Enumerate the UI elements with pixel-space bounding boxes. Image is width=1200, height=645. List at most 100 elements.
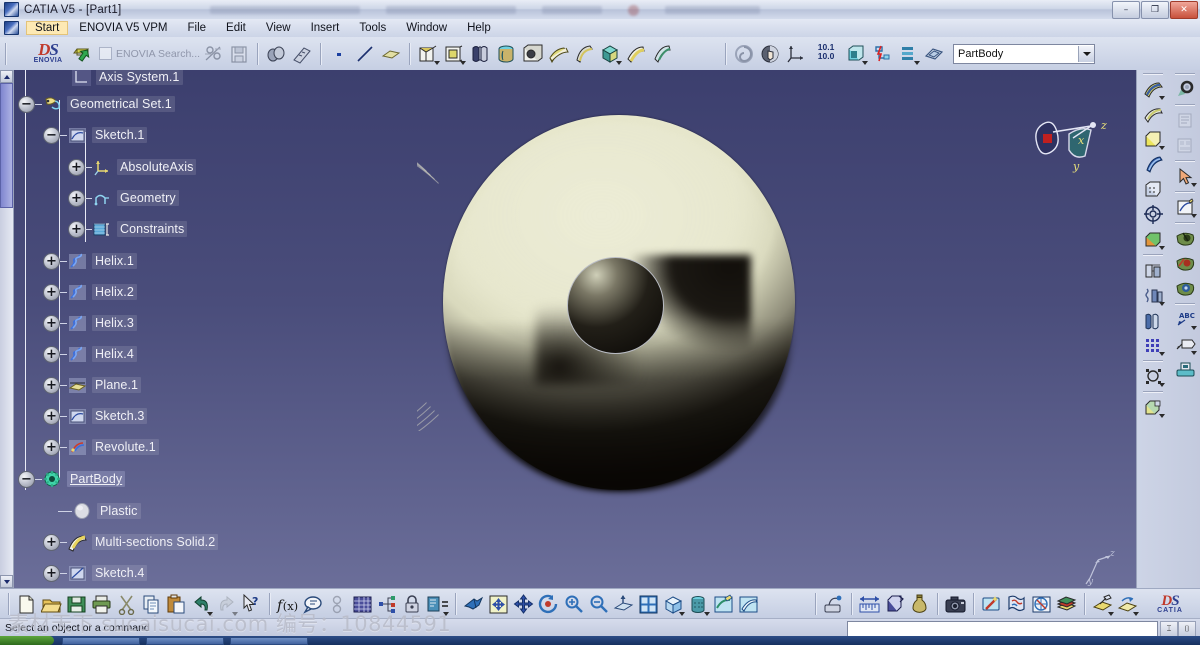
tree-node-multi-sections-solid-2[interactable]: + Multi-sections Solid.2	[43, 531, 219, 553]
measure-between-icon[interactable]	[1140, 283, 1166, 307]
tree-node-revolute-1[interactable]: + Revolute.1	[43, 436, 159, 458]
shading-with-edges-icon[interactable]	[1140, 102, 1166, 126]
enovia-search-group[interactable]: ENOVIA Search...	[99, 47, 200, 60]
tree-node-plastic[interactable]: Plastic	[43, 500, 141, 522]
point-icon[interactable]	[328, 43, 350, 65]
tree-node-geometry[interactable]: + Geometry	[68, 187, 179, 209]
apply-material-icon[interactable]	[265, 43, 287, 65]
pan-icon[interactable]	[512, 593, 535, 616]
menu-item-tools[interactable]: Tools	[350, 21, 395, 35]
line-icon[interactable]	[354, 43, 376, 65]
camera-green-icon[interactable]	[1172, 226, 1198, 250]
menu-item-start[interactable]: Start	[26, 21, 69, 35]
analysis-globe-icon[interactable]	[1030, 593, 1053, 616]
taskbar-item[interactable]	[146, 637, 224, 645]
menu-item-view[interactable]: View	[257, 21, 300, 35]
constraint-link-icon[interactable]	[326, 593, 349, 616]
tree-node-partbody[interactable]: − PartBody	[18, 468, 126, 490]
scroll-thumb[interactable]	[0, 83, 13, 208]
menu-item-file[interactable]: File	[179, 21, 216, 35]
tree-expander[interactable]: +	[43, 314, 60, 332]
render-style-icon[interactable]	[687, 593, 710, 616]
copy-icon[interactable]	[140, 593, 163, 616]
fit-all-in-icon[interactable]	[487, 593, 510, 616]
fly-mode-icon[interactable]	[462, 593, 485, 616]
zoom-in-icon[interactable]	[562, 593, 585, 616]
save-icon[interactable]	[65, 593, 88, 616]
box-view-icon[interactable]	[1140, 395, 1166, 419]
sweep-icon[interactable]	[547, 43, 569, 65]
body-combo[interactable]: PartBody	[953, 43, 1096, 64]
enovia-search-checkbox[interactable]	[99, 47, 112, 60]
start-button[interactable]	[0, 636, 54, 645]
snap-coordinates-icon[interactable]: 10.1 10.0	[811, 42, 841, 65]
scene-edit-icon[interactable]	[1091, 593, 1114, 616]
hidden-lines-icon[interactable]	[1140, 177, 1166, 201]
status-grip-left[interactable]: ⌶	[1160, 621, 1178, 637]
isometric-view-icon[interactable]	[662, 593, 685, 616]
scroll-down-button[interactable]	[0, 575, 13, 588]
clash-analysis-icon[interactable]	[1140, 308, 1166, 332]
taskbar-item[interactable]	[230, 637, 308, 645]
material-shading-icon[interactable]	[1140, 127, 1166, 151]
magic-wand-icon[interactable]	[980, 593, 1003, 616]
tree-node-axis-system-1[interactable]: Axis System.1	[71, 70, 183, 88]
normal-view-icon[interactable]	[1140, 202, 1166, 226]
power-input-icon[interactable]	[871, 43, 893, 65]
callout-icon[interactable]	[1172, 332, 1198, 356]
tree-expander[interactable]: +	[43, 533, 60, 551]
surface-paint-icon[interactable]	[923, 43, 945, 65]
zoom-out-icon[interactable]	[587, 593, 610, 616]
pattern-grid-icon[interactable]	[1140, 333, 1166, 357]
layers-icon[interactable]	[1055, 593, 1078, 616]
cut-ring-icon[interactable]	[1140, 364, 1166, 388]
multi-sections-surface-icon[interactable]	[469, 43, 491, 65]
tree-expander[interactable]: +	[68, 220, 85, 238]
shading-icon[interactable]	[1140, 77, 1166, 101]
menu-item-help[interactable]: Help	[458, 21, 500, 35]
multi-view-icon[interactable]	[637, 593, 660, 616]
join-icon[interactable]	[625, 43, 647, 65]
tree-expander[interactable]: −	[18, 470, 35, 488]
tree-expander[interactable]: +	[43, 407, 60, 425]
sketch-tool-icon[interactable]	[1172, 195, 1198, 219]
formula-icon[interactable]: f (x)	[276, 593, 299, 616]
measure-item-icon[interactable]	[883, 593, 906, 616]
tree-expander[interactable]: +	[68, 158, 85, 176]
whats-this-icon[interactable]: ?	[240, 593, 263, 616]
tree-node-sketch-1[interactable]: − Sketch.1	[43, 124, 148, 146]
tree-node-geometrical-set-1[interactable]: − Geometrical Set.1	[18, 93, 175, 115]
lock-icon[interactable]	[401, 593, 424, 616]
enhanced-scene-icon[interactable]	[1116, 593, 1139, 616]
section-view-icon[interactable]	[1140, 227, 1166, 251]
tree-expander[interactable]: +	[43, 345, 60, 363]
text-annotation-icon[interactable]: ABC	[1172, 307, 1198, 331]
select-cursor-icon[interactable]	[1172, 164, 1198, 188]
undo-icon[interactable]	[190, 593, 213, 616]
body-combo-arrow[interactable]	[1078, 45, 1095, 62]
comment-icon[interactable]	[301, 593, 324, 616]
tree-node-helix-2[interactable]: + Helix.2	[43, 281, 137, 303]
camera-red-icon[interactable]	[1172, 251, 1198, 275]
menu-item-enovia-v5-vpm[interactable]: ENOVIA V5 VPM	[70, 21, 176, 35]
blend-icon[interactable]	[573, 43, 595, 65]
render-scene-icon[interactable]	[1172, 276, 1198, 300]
status-grip-right[interactable]: ⌷	[1178, 621, 1196, 637]
split-body-icon[interactable]	[1140, 258, 1166, 282]
menu-item-insert[interactable]: Insert	[302, 21, 349, 35]
tree-expander[interactable]: +	[43, 376, 60, 394]
open-document-icon[interactable]	[40, 593, 63, 616]
new-document-icon[interactable]	[15, 593, 38, 616]
maximize-button[interactable]: ❐	[1141, 1, 1169, 19]
enovia-save-in-icon[interactable]	[73, 43, 95, 65]
tree-expander[interactable]: −	[18, 95, 35, 113]
list-panel-icon[interactable]	[1172, 108, 1198, 132]
tree-node-constraints[interactable]: + Constraints	[68, 218, 188, 240]
navigation-compass[interactable]: z x y	[1027, 108, 1117, 188]
enovia-search-input[interactable]: ENOVIA Search...	[116, 48, 200, 60]
scroll-up-button[interactable]	[0, 70, 13, 83]
hide-show-icon[interactable]	[822, 593, 845, 616]
relations-icon[interactable]	[376, 593, 399, 616]
measure-ruler-icon[interactable]	[858, 593, 881, 616]
revolve-icon[interactable]	[495, 43, 517, 65]
